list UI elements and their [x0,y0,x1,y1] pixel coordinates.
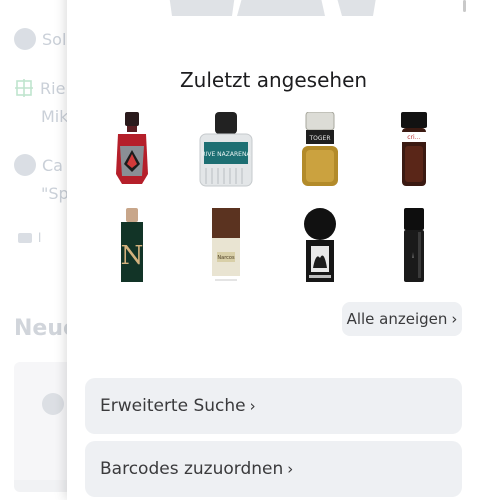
product-thumbnail[interactable] [367,206,461,286]
black-cylinder-bottle-icon [404,208,424,282]
bottle-label-text: N [121,241,144,271]
bottle-label-text: TOGER [309,135,331,142]
product-thumbnail[interactable]: Narcos [179,206,273,286]
brown-cap-bottle-icon: Narcos [212,208,240,281]
product-thumbnail[interactable]: TOGER [273,110,367,190]
assign-barcodes-button[interactable]: Barcodes zuzuordnen › [85,441,462,497]
bottle-label-text: cri… [407,134,420,141]
product-thumbnail[interactable] [85,110,179,190]
advanced-search-button[interactable]: Erweiterte Suche › [85,378,462,434]
advanced-search-label: Erweiterte Suche [100,396,246,416]
recently-viewed-grid: RIVE NAZARENA TOGER cri… N Narcos [85,110,461,302]
black-sphere-bottle-icon [304,208,336,282]
product-thumbnail[interactable]: N [85,206,179,286]
dark-attar-bottle-icon: cri… [401,112,427,186]
show-all-button[interactable]: Alle anzeigen › [342,302,462,336]
chevron-right-icon: › [451,310,458,328]
green-n-bottle-icon: N [121,208,144,282]
product-thumbnail[interactable]: RIVE NAZARENA [179,110,273,190]
chevron-right-icon: › [249,397,256,415]
logo-icon [169,0,376,16]
gold-bottle-black-cap-icon: TOGER [302,112,338,186]
bottle-label-text: RIVE NAZARENA [201,151,251,158]
teal-label-bottle-icon: RIVE NAZARENA [199,112,253,187]
scroll-indicator[interactable] [463,0,466,12]
assign-barcodes-label: Barcodes zuzuordnen [100,459,284,479]
section-title: Zuletzt angesehen [179,68,368,92]
red-perfume-bottle-icon [116,112,148,184]
product-thumbnail[interactable] [273,206,367,286]
side-sheet: Zuletzt angesehen RIVE NAZARENA TOGER cr… [67,0,480,500]
chevron-right-icon: › [287,460,294,478]
bottle-label-text: Narcos [217,255,235,261]
show-all-label: Alle anzeigen [346,310,448,328]
product-thumbnail[interactable]: cri… [367,110,461,190]
